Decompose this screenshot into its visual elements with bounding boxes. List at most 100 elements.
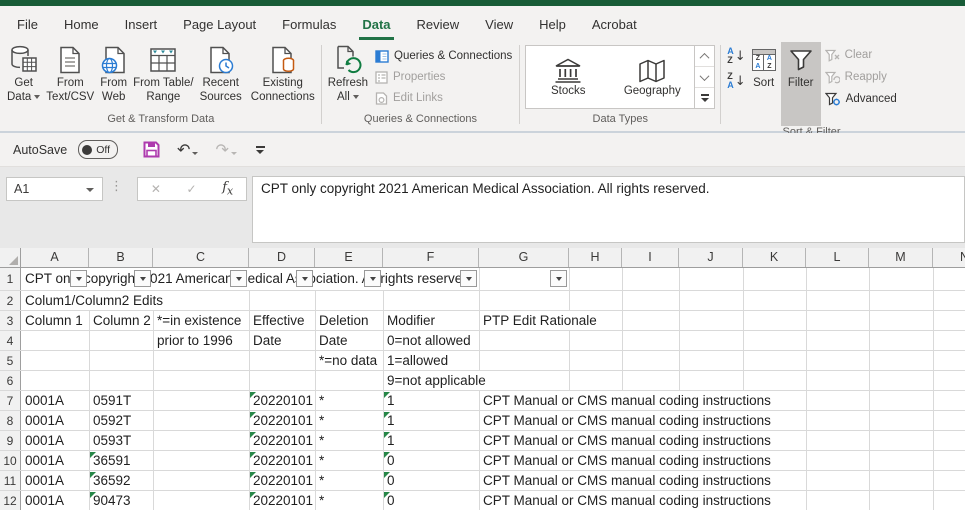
edit-links-button[interactable]: Edit Links [375,90,512,106]
tab-acrobat[interactable]: Acrobat [579,9,650,40]
cell-D7[interactable]: 20220101 [253,391,315,410]
cell-G11[interactable]: CPT Manual or CMS manual coding instruct… [483,471,773,490]
cell-B11[interactable]: 36592 [93,471,133,490]
column-header-J[interactable]: J [679,248,743,267]
cell-A8[interactable]: 0001A [25,411,66,430]
row-header-11[interactable]: 11 [0,471,21,490]
row-header-6[interactable]: 6 [0,371,21,390]
cell-G3[interactable]: PTP Edit Rationale [483,311,599,330]
cell-G8[interactable]: CPT Manual or CMS manual coding instruct… [483,411,773,430]
tab-page-layout[interactable]: Page Layout [170,9,269,40]
properties-button[interactable]: Properties [375,69,512,85]
row-header-7[interactable]: 7 [0,391,21,410]
cell-G10[interactable]: CPT Manual or CMS manual coding instruct… [483,451,773,470]
cell-D4[interactable]: Date [253,331,284,350]
row-header-9[interactable]: 9 [0,431,21,450]
column-header-G[interactable]: G [479,248,569,267]
column-header-K[interactable]: K [743,248,806,267]
cell-E11[interactable]: * [319,471,326,490]
save-button[interactable] [143,141,160,158]
column-header-C[interactable]: C [153,248,249,267]
sort-ascending-button[interactable]: AZ ↓ [727,47,745,65]
cell-D3[interactable]: Effective [253,311,307,330]
tab-review[interactable]: Review [404,9,473,40]
cell-D12[interactable]: 20220101 [253,491,315,510]
name-box[interactable]: A1 [6,177,103,201]
cell-A9[interactable]: 0001A [25,431,66,450]
select-all-corner[interactable] [0,248,21,267]
filter-button[interactable]: Filter [781,42,821,126]
cancel-icon[interactable]: ✕ [151,182,161,196]
cell-E12[interactable]: * [319,491,326,510]
cell-F6[interactable]: 9=not applicable [387,371,488,390]
existing-connections-button[interactable]: Existing Connections [248,42,318,107]
cell-D10[interactable]: 20220101 [253,451,315,470]
column-header-F[interactable]: F [383,248,479,267]
insert-function-icon[interactable]: fx [222,180,233,198]
tab-view[interactable]: View [472,9,526,40]
filter-button-G1[interactable] [550,270,567,287]
column-header-I[interactable]: I [622,248,679,267]
geography-button[interactable]: Geography [610,46,694,108]
column-header-M[interactable]: M [869,248,933,267]
row-header-8[interactable]: 8 [0,411,21,430]
from-text-csv-button[interactable]: From Text/CSV [43,42,97,107]
gallery-more-button[interactable] [695,87,714,108]
refresh-all-button[interactable]: Refresh All [325,42,371,107]
cell-D11[interactable]: 20220101 [253,471,315,490]
gallery-up-button[interactable] [695,46,714,66]
cell-E8[interactable]: * [319,411,326,430]
tab-data[interactable]: Data [349,9,403,40]
cell-A12[interactable]: 0001A [25,491,66,510]
column-header-H[interactable]: H [569,248,622,267]
tab-home[interactable]: Home [51,9,112,40]
filter-button-F1[interactable] [460,270,477,287]
cell-E5[interactable]: *=no data [319,351,379,370]
reapply-filter-button[interactable]: Reapply [825,69,897,85]
cell-B10[interactable]: 36591 [93,451,133,470]
from-web-button[interactable]: From Web [97,42,130,107]
cell-G9[interactable]: CPT Manual or CMS manual coding instruct… [483,431,773,450]
customize-qat-button[interactable] [256,146,265,154]
sort-button[interactable]: ZAAZ Sort [749,42,779,93]
recent-sources-button[interactable]: Recent Sources [197,42,245,107]
autosave-toggle[interactable]: Off [78,140,118,159]
cell-B3[interactable]: Column 2 [93,311,153,330]
row-header-12[interactable]: 12 [0,491,21,510]
column-header-B[interactable]: B [89,248,153,267]
cell-D8[interactable]: 20220101 [253,411,315,430]
get-data-button[interactable]: Get Data [4,42,43,107]
filter-button-E1[interactable] [364,270,381,287]
tab-help[interactable]: Help [526,9,579,40]
queries-connections-button[interactable]: Queries & Connections [375,48,512,64]
row-header-4[interactable]: 4 [0,331,21,350]
cell-G7[interactable]: CPT Manual or CMS manual coding instruct… [483,391,773,410]
cell-B12[interactable]: 90473 [93,491,133,510]
cell-B7[interactable]: 0591T [93,391,133,410]
column-header-A[interactable]: A [21,248,89,267]
cell-A3[interactable]: Column 1 [25,311,85,330]
cell-E9[interactable]: * [319,431,326,450]
cell-A7[interactable]: 0001A [25,391,66,410]
row-header-1[interactable]: 1 [0,268,21,290]
row-header-10[interactable]: 10 [0,451,21,470]
advanced-filter-button[interactable]: Advanced [825,91,897,107]
cell-A10[interactable]: 0001A [25,451,66,470]
cell-C3[interactable]: *=in existence [157,311,243,330]
tab-file[interactable]: File [4,9,51,40]
cell-D9[interactable]: 20220101 [253,431,315,450]
sort-descending-button[interactable]: ZA ↓ [727,72,745,90]
row-header-3[interactable]: 3 [0,311,21,330]
cell-E10[interactable]: * [319,451,326,470]
from-table-range-button[interactable]: From Table/ Range [130,42,197,107]
enter-icon[interactable]: ✓ [187,182,197,196]
clear-filter-button[interactable]: Clear [825,47,897,63]
gallery-down-button[interactable] [695,66,714,87]
undo-button[interactable]: ↶ [177,140,198,160]
row-header-5[interactable]: 5 [0,351,21,370]
cell-E7[interactable]: * [319,391,326,410]
cell-E4[interactable]: Date [319,331,350,350]
filter-button-D1[interactable] [296,270,313,287]
cell-F5[interactable]: 1=allowed [387,351,450,370]
filter-button-A1[interactable] [70,270,87,287]
